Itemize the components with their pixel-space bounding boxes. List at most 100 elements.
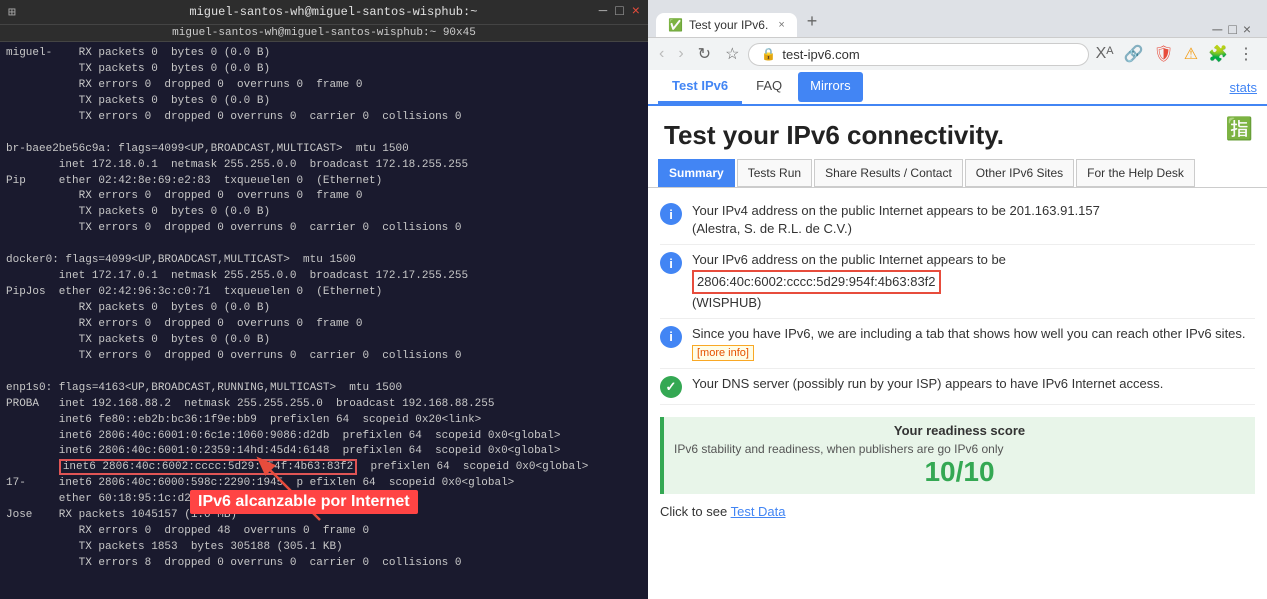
tab-title: Test your IPv6. bbox=[689, 18, 768, 32]
terminal-line bbox=[6, 365, 642, 381]
maximize-icon[interactable]: □ bbox=[615, 4, 623, 20]
close-icon[interactable]: × bbox=[632, 4, 640, 20]
forward-button[interactable]: › bbox=[673, 43, 688, 65]
terminal-line: TX errors 0 dropped 0 overruns 0 carrier… bbox=[6, 221, 642, 237]
translate-ext-icon[interactable]: Xᴬ bbox=[1093, 43, 1117, 65]
content-tab-share[interactable]: Share Results / Contact bbox=[814, 159, 963, 187]
terminal-line: ether 60:18:95:1c:d2:4d txqueuelen 1000 … bbox=[6, 492, 642, 508]
terminal-line: TX errors 0 dropped 0 overruns 0 carrier… bbox=[6, 349, 642, 365]
bookmark-button[interactable]: ☆ bbox=[720, 42, 744, 66]
warning-ext-icon[interactable]: ⚠ bbox=[1181, 42, 1201, 66]
result-text-ipv4: Your IPv4 address on the public Internet… bbox=[692, 202, 1255, 238]
puzzle-ext-icon[interactable]: 🧩 bbox=[1205, 42, 1231, 66]
terminal-line: RX errors 0 dropped 0 overruns 0 frame 0 bbox=[6, 189, 642, 205]
browser-chrome: ✅ Test your IPv6. × + ─ □ × ‹ › ↻ ☆ 🔒 te… bbox=[648, 0, 1267, 70]
terminal-line bbox=[6, 572, 642, 588]
readiness-desc: IPv6 stability and readiness, when publi… bbox=[674, 442, 1245, 456]
result-icon-info: i bbox=[660, 203, 682, 225]
terminal-line: enp1s0: flags=4163<UP,BROADCAST,RUNNING,… bbox=[6, 381, 642, 397]
tab-bar: ✅ Test your IPv6. × + ─ □ × bbox=[648, 0, 1267, 37]
terminal-line-highlighted: inet6 2806:40c:6002:cccc:5d29:954f:4b63:… bbox=[6, 460, 642, 476]
website-content: Test IPv6 FAQ Mirrors stats 🈯 Test your … bbox=[648, 70, 1267, 599]
terminal-line: TX packets 0 bytes 0 (0.0 B) bbox=[6, 94, 642, 110]
terminal-line bbox=[6, 126, 642, 142]
terminal-line: Pip ether 02:42:8e:69:e2:83 txqueuelen 0… bbox=[6, 174, 642, 190]
more-options-icon[interactable]: ⋮ bbox=[1235, 42, 1257, 66]
terminal-line: RX errors 0 dropped 48 overruns 0 frame … bbox=[6, 524, 642, 540]
result-text-ipv6-info: Since you have IPv6, we are including a … bbox=[692, 325, 1255, 362]
window-minimize[interactable]: ─ bbox=[1212, 21, 1222, 37]
content-tab-help-desk[interactable]: For the Help Desk bbox=[1076, 159, 1195, 187]
terminal-line: Jose RX packets 1045157 (1.0 MB) bbox=[6, 508, 642, 524]
content-tab-tests-run[interactable]: Tests Run bbox=[737, 159, 812, 187]
content-tab-other-sites[interactable]: Other IPv6 Sites bbox=[965, 159, 1074, 187]
terminal-titlebar: ⊞ miguel-santos-wh@miguel-santos-wisphub… bbox=[0, 0, 648, 25]
site-tab-faq[interactable]: FAQ bbox=[742, 70, 796, 104]
address-bar[interactable]: 🔒 test-ipv6.com bbox=[748, 43, 1088, 66]
readiness-title: Your readiness score bbox=[674, 423, 1245, 438]
result-text-ipv6: Your IPv6 address on the public Internet… bbox=[692, 251, 1255, 312]
terminal-line: RX packets 0 bytes 0 (0.0 B) bbox=[6, 301, 642, 317]
result-item-ipv6-info: i Since you have IPv6, we are including … bbox=[660, 319, 1255, 369]
site-tab-stats[interactable]: stats bbox=[1230, 80, 1257, 95]
terminal-line: RX errors 0 dropped 0 overruns 0 frame 0 bbox=[6, 78, 642, 94]
terminal-window: ⊞ miguel-santos-wh@miguel-santos-wisphub… bbox=[0, 0, 648, 599]
result-icon-info-2: i bbox=[660, 252, 682, 274]
lock-icon: 🔒 bbox=[761, 47, 776, 61]
site-nav: Test IPv6 FAQ Mirrors stats bbox=[648, 70, 1267, 106]
site-tab-test-ipv6[interactable]: Test IPv6 bbox=[658, 70, 742, 104]
site-tab-mirrors[interactable]: Mirrors bbox=[798, 72, 862, 102]
site-hero-title: Test your IPv6 connectivity. bbox=[664, 120, 1251, 151]
terminal-line: inet6 2806:40c:6001:0:6c1e:1060:9086:d2d… bbox=[6, 429, 642, 445]
result-icon-success: ✓ bbox=[660, 376, 682, 398]
window-maximize[interactable]: □ bbox=[1228, 21, 1236, 37]
terminal-line bbox=[6, 237, 642, 253]
translate-page-icon[interactable]: 🈯 bbox=[1226, 116, 1253, 142]
readiness-score: 10/10 bbox=[674, 456, 1245, 488]
terminal-line: TX packets 0 bytes 0 (0.0 B) bbox=[6, 205, 642, 221]
terminal-line: TX packets 1853 bytes 305188 (305.1 KB) bbox=[6, 540, 642, 556]
url-text[interactable]: test-ipv6.com bbox=[782, 47, 1075, 62]
browser-extensions: Xᴬ 🔗 🛡 ⚠ 🧩 ⋮ bbox=[1093, 42, 1261, 66]
test-data-label: Click to see bbox=[660, 504, 727, 519]
browser-tab-active[interactable]: ✅ Test your IPv6. × bbox=[656, 13, 797, 37]
window-close[interactable]: × bbox=[1243, 21, 1251, 37]
test-data-link[interactable]: Test Data bbox=[731, 504, 786, 519]
terminal-line: docker0: flags=4099<UP,BROADCAST,MULTICA… bbox=[6, 253, 642, 269]
refresh-button[interactable]: ↻ bbox=[693, 42, 716, 66]
share-ext-icon[interactable]: 🔗 bbox=[1121, 42, 1147, 66]
result-icon-info-3: i bbox=[660, 326, 682, 348]
content-tab-summary[interactable]: Summary bbox=[658, 159, 735, 187]
terminal-line: PROBA inet 192.168.88.2 netmask 255.255.… bbox=[6, 397, 642, 413]
terminal-line: lo: flags=73<UP,LOOPBACK,RUNNING> mtu 65… bbox=[6, 588, 642, 589]
readiness-section: Your readiness score IPv6 stability and … bbox=[660, 417, 1255, 494]
result-list: i Your IPv4 address on the public Intern… bbox=[648, 188, 1267, 413]
terminal-line: miguel- RX packets 0 bytes 0 (0.0 B) bbox=[6, 46, 642, 62]
test-data-section: Click to see Test Data bbox=[648, 498, 1267, 525]
terminal-line: TX packets 0 bytes 0 (0.0 B) bbox=[6, 333, 642, 349]
shield-ext-icon[interactable]: 🛡 bbox=[1150, 42, 1176, 66]
tab-close-button[interactable]: × bbox=[778, 19, 784, 31]
new-tab-button[interactable]: + bbox=[799, 6, 826, 37]
back-button[interactable]: ‹ bbox=[654, 43, 669, 65]
ipv6-address-box: 2806:40c:6002:cccc:5d29:954f:4b63:83f2 bbox=[692, 270, 941, 294]
terminal-line: inet6 fe80::eb2b:bc36:1f9e:bb9 prefixlen… bbox=[6, 413, 642, 429]
browser-window: ✅ Test your IPv6. × + ─ □ × ‹ › ↻ ☆ 🔒 te… bbox=[648, 0, 1267, 599]
site-hero: Test your IPv6 connectivity. bbox=[648, 106, 1267, 159]
terminal-line: TX packets 0 bytes 0 (0.0 B) bbox=[6, 62, 642, 78]
terminal-line: 17- inet6 2806:40c:6000:598c:2290:1945 p… bbox=[6, 476, 642, 492]
terminal-line: inet6 2806:40c:6001:0:2359:14hd:45d4:614… bbox=[6, 444, 642, 460]
result-item-ipv4: i Your IPv4 address on the public Intern… bbox=[660, 196, 1255, 245]
terminal-title: miguel-santos-wh@miguel-santos-wisphub:~ bbox=[68, 5, 599, 19]
terminal-subtitle: miguel-santos-wh@miguel-santos-wisphub:~… bbox=[0, 25, 648, 42]
result-item-ipv6: i Your IPv6 address on the public Intern… bbox=[660, 245, 1255, 319]
result-item-dns: ✓ Your DNS server (possibly run by your … bbox=[660, 369, 1255, 405]
terminal-line: PipJos ether 02:42:96:3c:c0:71 txqueuele… bbox=[6, 285, 642, 301]
more-info-button[interactable]: [more info] bbox=[692, 345, 754, 361]
terminal-line: inet 172.17.0.1 netmask 255.255.0.0 broa… bbox=[6, 269, 642, 285]
minimize-icon[interactable]: ─ bbox=[599, 4, 607, 20]
content-tabs: Summary Tests Run Share Results / Contac… bbox=[648, 159, 1267, 188]
terminal-line: RX errors 0 dropped 0 overruns 0 frame 0 bbox=[6, 317, 642, 333]
terminal-line: inet 172.18.0.1 netmask 255.255.0.0 broa… bbox=[6, 158, 642, 174]
tab-favicon: ✅ bbox=[668, 18, 683, 32]
